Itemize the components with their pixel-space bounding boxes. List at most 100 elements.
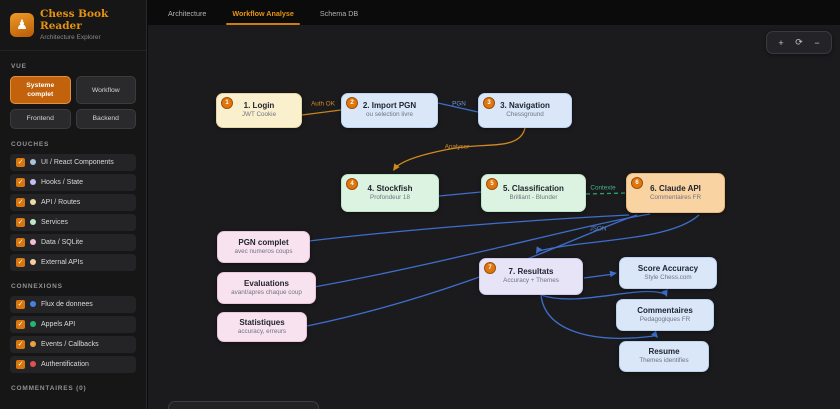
node-title: 3. Navigation bbox=[500, 102, 550, 110]
layer-color-dot-icon bbox=[30, 341, 36, 347]
edge-label-contexte: Contexte bbox=[590, 185, 615, 192]
node-subtitle: Themes identifies bbox=[639, 358, 688, 364]
node-subtitle: avant/apres chaque coup bbox=[231, 290, 302, 296]
layer-row-services[interactable]: Services bbox=[10, 214, 136, 231]
layer-label: UI / React Components bbox=[41, 159, 114, 166]
layer-row-data-sqlite[interactable]: Data / SQLite bbox=[10, 234, 136, 251]
section-title-couches: COUCHES bbox=[11, 141, 135, 148]
node-title: 1. Login bbox=[244, 102, 275, 110]
edge-label-json: JSON bbox=[590, 226, 607, 233]
checkbox-checked-icon[interactable] bbox=[16, 360, 25, 369]
flow-edges bbox=[148, 25, 840, 409]
node-title: 5. Classification bbox=[503, 185, 564, 193]
layer-label: Events / Callbacks bbox=[41, 341, 99, 348]
layer-label: Authentification bbox=[41, 361, 89, 368]
layer-color-dot-icon bbox=[30, 199, 36, 205]
brand: ♟ Chess Book Reader Architecture Explore… bbox=[0, 8, 146, 51]
step-number-badge: 6 bbox=[631, 177, 643, 189]
layer-label: Data / SQLite bbox=[41, 239, 83, 246]
app-window: ♟ Chess Book Reader Architecture Explore… bbox=[0, 0, 840, 409]
app-subtitle: Architecture Explorer bbox=[40, 34, 136, 41]
layer-label: Flux de donnees bbox=[41, 301, 93, 308]
view-button-workflow[interactable]: Workflow bbox=[76, 76, 137, 104]
layer-color-dot-icon bbox=[30, 361, 36, 367]
node-title: 7. Resultats bbox=[509, 268, 554, 276]
tab-workflow-analyse[interactable]: Workflow Analyse bbox=[219, 0, 307, 25]
reset-view-button[interactable]: ⟳ bbox=[790, 35, 808, 50]
layer-color-dot-icon bbox=[30, 259, 36, 265]
step-number-badge: 2 bbox=[346, 97, 358, 109]
view-button-backend[interactable]: Backend bbox=[76, 109, 137, 128]
layers-list: UI / React Components Hooks / State API … bbox=[10, 154, 136, 271]
layer-color-dot-icon bbox=[30, 239, 36, 245]
tab-schema-db[interactable]: Schema DB bbox=[307, 0, 371, 25]
node-subtitle: JWT Cookie bbox=[242, 112, 276, 118]
flow-node-navigation[interactable]: 3 3. Navigation Chessground bbox=[478, 93, 572, 128]
node-title: Evaluations bbox=[244, 280, 289, 288]
node-title: 4. Stockfish bbox=[368, 185, 413, 193]
checkbox-checked-icon[interactable] bbox=[16, 300, 25, 309]
layer-row-external-apis[interactable]: External APIs bbox=[10, 254, 136, 271]
flow-node-login[interactable]: 1 1. Login JWT Cookie bbox=[216, 93, 302, 128]
checkbox-checked-icon[interactable] bbox=[16, 340, 25, 349]
bottom-panel bbox=[168, 401, 319, 409]
canvas-controls: +⟳− bbox=[766, 31, 832, 54]
layer-row-events-callbacks[interactable]: Events / Callbacks bbox=[10, 336, 136, 353]
node-subtitle: avec numeros coups bbox=[234, 249, 292, 255]
flow-node-pgn-complet[interactable]: PGN complet avec numeros coups bbox=[217, 231, 310, 263]
checkbox-checked-icon[interactable] bbox=[16, 198, 25, 207]
flow-node-resultats[interactable]: 7 7. Resultats Accuracy + Themes bbox=[479, 258, 583, 295]
node-subtitle: accuracy, erreurs bbox=[238, 329, 286, 335]
layer-row-api-routes[interactable]: API / Routes bbox=[10, 194, 136, 211]
section-title-connexions: CONNEXIONS bbox=[11, 283, 135, 290]
layer-label: External APIs bbox=[41, 259, 83, 266]
checkbox-checked-icon[interactable] bbox=[16, 178, 25, 187]
view-button-systeme-complet[interactable]: Systeme complet bbox=[10, 76, 71, 104]
layer-row-ui-react-components[interactable]: UI / React Components bbox=[10, 154, 136, 171]
edge-label-pgn: PGN bbox=[452, 101, 466, 108]
flow-canvas[interactable]: 1 1. Login JWT Cookie 2 2. Import PGN ou… bbox=[148, 25, 840, 409]
flow-node-score-accuracy[interactable]: Score Accuracy Style Chess.com bbox=[619, 257, 717, 289]
tab-architecture[interactable]: Architecture bbox=[155, 0, 219, 25]
layer-color-dot-icon bbox=[30, 159, 36, 165]
node-title: Resume bbox=[648, 348, 679, 356]
layer-row-flux-de-donnees[interactable]: Flux de donnees bbox=[10, 296, 136, 313]
flow-node-commentaires[interactable]: Commentaires Pedagogiques FR bbox=[616, 299, 714, 331]
flow-node-evaluations[interactable]: Evaluations avant/apres chaque coup bbox=[217, 272, 316, 304]
layer-color-dot-icon bbox=[30, 179, 36, 185]
node-subtitle: ou selection livre bbox=[366, 112, 413, 118]
step-number-badge: 1 bbox=[221, 97, 233, 109]
node-title: 2. Import PGN bbox=[363, 102, 416, 110]
edge-label-analyser: Analyser bbox=[445, 144, 470, 151]
node-subtitle: Profondeur 18 bbox=[370, 195, 410, 201]
flow-node-resume[interactable]: Resume Themes identifies bbox=[619, 341, 709, 372]
checkbox-checked-icon[interactable] bbox=[16, 238, 25, 247]
flow-node-import-pgn[interactable]: 2 2. Import PGN ou selection livre bbox=[341, 93, 438, 128]
tab-bar: ArchitectureWorkflow AnalyseSchema DB bbox=[147, 0, 840, 25]
zoom-out-button[interactable]: − bbox=[808, 35, 826, 50]
view-button-frontend[interactable]: Frontend bbox=[10, 109, 71, 128]
step-number-badge: 7 bbox=[484, 262, 496, 274]
checkbox-checked-icon[interactable] bbox=[16, 158, 25, 167]
section-title-vue: VUE bbox=[11, 63, 135, 70]
checkbox-checked-icon[interactable] bbox=[16, 320, 25, 329]
section-title-commentaires: COMMENTAIRES (0) bbox=[11, 385, 135, 392]
node-title: Statistiques bbox=[239, 319, 284, 327]
zoom-in-button[interactable]: + bbox=[772, 35, 790, 50]
node-subtitle: Pedagogiques FR bbox=[640, 317, 690, 323]
flow-node-claude-api[interactable]: 6 6. Claude API Commentaires FR bbox=[626, 173, 725, 213]
node-title: Score Accuracy bbox=[638, 265, 698, 273]
layer-row-hooks-state[interactable]: Hooks / State bbox=[10, 174, 136, 191]
node-subtitle: Accuracy + Themes bbox=[503, 278, 559, 284]
flow-node-statistiques[interactable]: Statistiques accuracy, erreurs bbox=[217, 312, 307, 342]
layer-row-authentification[interactable]: Authentification bbox=[10, 356, 136, 373]
layer-row-appels-api[interactable]: Appels API bbox=[10, 316, 136, 333]
checkbox-checked-icon[interactable] bbox=[16, 218, 25, 227]
layer-label: Appels API bbox=[41, 321, 75, 328]
flow-node-classification[interactable]: 5 5. Classification Brilliant - Blunder bbox=[481, 174, 586, 212]
flow-node-stockfish[interactable]: 4 4. Stockfish Profondeur 18 bbox=[341, 174, 439, 212]
node-subtitle: Commentaires FR bbox=[650, 195, 701, 201]
edge-label-auth-ok: Auth OK bbox=[311, 101, 335, 108]
node-subtitle: Style Chess.com bbox=[644, 275, 691, 281]
checkbox-checked-icon[interactable] bbox=[16, 258, 25, 267]
